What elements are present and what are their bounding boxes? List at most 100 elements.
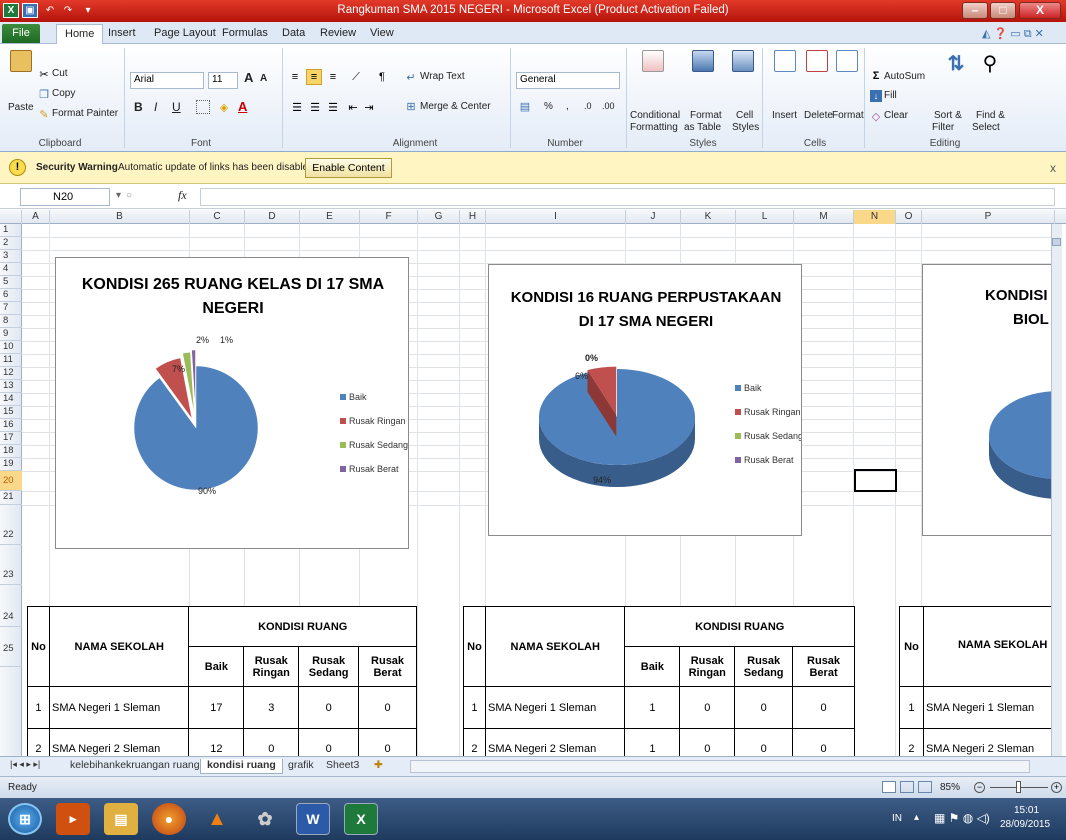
tray-icons[interactable]: ▦ ⚑ ◍ ◁) [934, 811, 990, 825]
name-box[interactable]: N20 [20, 188, 110, 206]
autosum-button[interactable]: AutoSum [884, 71, 925, 82]
zoom-out-icon[interactable]: − [974, 782, 985, 793]
row-header[interactable]: 11 [0, 354, 22, 367]
sheet-tab[interactable]: Sheet3 [320, 759, 365, 774]
help-icon[interactable]: ◭ ❓ ▭ ⧉ ✕ [978, 25, 1048, 43]
namebox-dropdown-icon[interactable]: ▾ [116, 190, 121, 201]
tab-page-layout[interactable]: Page Layout [150, 25, 220, 41]
excel-taskbar-icon[interactable]: X [344, 803, 378, 835]
row-header[interactable]: 24 [0, 585, 22, 627]
column-header[interactable]: J [626, 210, 681, 224]
column-header[interactable]: M [794, 210, 854, 224]
font-size-combo[interactable]: 11 [208, 72, 238, 89]
column-header[interactable]: A [22, 210, 50, 224]
normal-view-icon[interactable] [882, 781, 896, 793]
page-layout-view-icon[interactable] [900, 781, 914, 793]
wrap-text-button[interactable]: Wrap Text [420, 71, 465, 82]
cell[interactable]: 1 [624, 728, 681, 756]
increase-decimal-button[interactable]: .0 [584, 101, 592, 111]
insert-function-button[interactable]: fx [178, 188, 187, 203]
paste-icon[interactable] [10, 50, 32, 72]
row-header[interactable]: 2 [0, 237, 22, 250]
row-header[interactable]: 12 [0, 367, 22, 380]
align-top-icon[interactable]: ≡ [288, 70, 302, 84]
delete-cells-icon[interactable] [806, 50, 828, 72]
vertical-scrollbar[interactable] [1051, 224, 1062, 756]
formula-input[interactable] [200, 188, 1055, 206]
scroll-thumb[interactable] [1052, 238, 1061, 246]
cell[interactable]: 0 [243, 728, 300, 756]
chart-perpustakaan[interactable]: KONDISI 16 RUANG PERPUSTAKAAN DI 17 SMA … [488, 264, 802, 536]
row-header[interactable]: 7 [0, 302, 22, 315]
tab-insert[interactable]: Insert [104, 25, 140, 41]
copy-button[interactable]: Copy [52, 88, 75, 99]
insert-button[interactable]: Insert [772, 110, 797, 121]
column-header[interactable]: D [245, 210, 300, 224]
cell[interactable]: SMA Negeri 2 Sleman [48, 728, 190, 756]
row-header[interactable]: 17 [0, 432, 22, 445]
cell[interactable]: 2 [463, 728, 486, 756]
cell[interactable]: SMA Negeri 1 Sleman [922, 686, 1062, 729]
firefox-icon[interactable]: ● [152, 803, 186, 835]
row-header[interactable]: 3 [0, 250, 22, 263]
row-header[interactable]: 15 [0, 406, 22, 419]
font-name-combo[interactable]: Arial [130, 72, 204, 89]
rtl-icon[interactable]: ¶ [374, 70, 390, 84]
maximize-button[interactable]: □ [990, 2, 1016, 19]
column-header[interactable]: H [460, 210, 486, 224]
row-header[interactable]: 9 [0, 328, 22, 341]
row-header[interactable]: 5 [0, 276, 22, 289]
cell[interactable]: SMA Negeri 2 Sleman [484, 728, 626, 756]
page-break-view-icon[interactable] [918, 781, 932, 793]
row-header[interactable]: 16 [0, 419, 22, 432]
cell-styles-button[interactable]: Cell [736, 110, 753, 121]
cell[interactable]: SMA Negeri 1 Sleman [484, 686, 626, 729]
enable-content-button[interactable]: Enable Content [305, 158, 392, 178]
vlc-icon[interactable]: ▲ [200, 803, 234, 835]
shrink-font-button[interactable]: A [260, 73, 267, 84]
row-header[interactable]: 1 [0, 224, 22, 237]
cell[interactable]: SMA Negeri 2 Sleman [922, 728, 1062, 756]
column-header[interactable]: B [50, 210, 190, 224]
media-player-icon[interactable]: ▸ [56, 803, 90, 835]
horizontal-scrollbar[interactable] [410, 760, 1030, 773]
format-as-table-icon[interactable] [692, 50, 714, 72]
worksheet-grid[interactable]: KONDISI 265 RUANG KELAS DI 17 SMA NEGERI… [22, 224, 1062, 756]
cell[interactable]: 3 [243, 686, 300, 729]
tray-expand-icon[interactable]: ▴ [914, 812, 919, 823]
align-left-icon[interactable]: ☰ [290, 100, 304, 114]
conditional-formatting-icon[interactable] [642, 50, 664, 72]
find-select-button[interactable]: Find & [976, 110, 1005, 121]
cell[interactable]: 1 [624, 686, 681, 729]
zoom-in-icon[interactable]: + [1051, 782, 1062, 793]
cell[interactable]: 17 [188, 686, 245, 729]
row-header[interactable]: 4 [0, 263, 22, 276]
column-header[interactable]: L [736, 210, 794, 224]
align-center-icon[interactable]: ☰ [308, 100, 322, 114]
cell[interactable]: 0 [734, 686, 794, 729]
align-bottom-icon[interactable]: ≡ [326, 70, 340, 84]
cell[interactable]: 0 [792, 728, 855, 756]
align-middle-icon[interactable]: ≡ [306, 69, 322, 85]
row-header[interactable]: 25 [0, 627, 22, 667]
sheet-nav-first-icon[interactable]: |◂ ◂ ▸ ▸| [4, 759, 46, 774]
decrease-indent-icon[interactable]: ⇤ [346, 100, 360, 114]
zoom-level[interactable]: 85% [940, 782, 960, 793]
find-select-icon[interactable]: ⚲ [978, 50, 1002, 76]
select-all-button[interactable] [0, 210, 22, 224]
column-header[interactable]: G [418, 210, 460, 224]
column-header[interactable]: N [854, 210, 896, 224]
chart-biologi[interactable]: KONDISI 1 BIOL [922, 264, 1062, 536]
tab-home[interactable]: Home [56, 24, 104, 45]
underline-button[interactable]: U [172, 100, 181, 114]
percent-button[interactable]: % [544, 101, 553, 112]
merge-center-button[interactable]: Merge & Center [420, 101, 491, 112]
column-header[interactable]: O [896, 210, 922, 224]
cell[interactable]: 1 [899, 686, 924, 729]
comma-button[interactable]: , [566, 101, 569, 112]
cell[interactable]: 0 [679, 686, 736, 729]
cell[interactable]: 0 [358, 686, 417, 729]
fill-button[interactable]: Fill [884, 90, 897, 101]
zoom-slider-thumb[interactable] [1016, 781, 1021, 793]
format-painter-button[interactable]: Format Painter [52, 108, 118, 119]
